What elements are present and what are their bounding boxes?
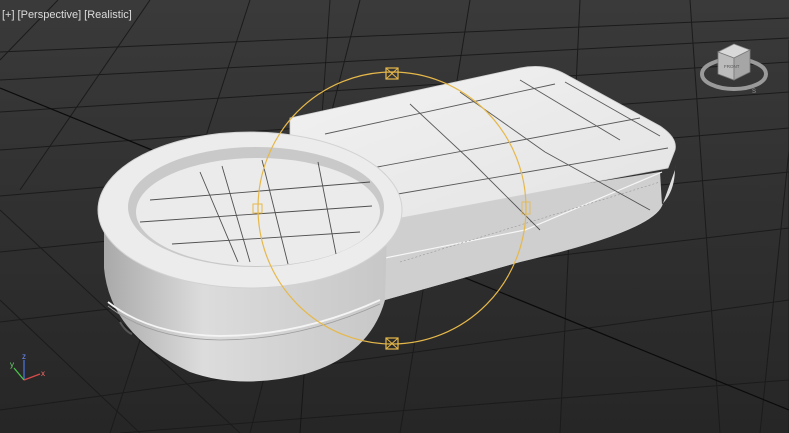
axis-z-label: z xyxy=(22,352,26,361)
axis-y-label: y xyxy=(10,360,14,369)
axis-y-line xyxy=(13,367,25,381)
axis-x-line xyxy=(23,373,41,381)
scene-canvas[interactable] xyxy=(0,0,789,433)
viewcube-icon[interactable]: FRONT S xyxy=(694,36,774,106)
viewport-point-of-view-menu[interactable]: [Perspective] xyxy=(18,9,82,21)
viewport-label-menu: [+] [Perspective] [Realistic] xyxy=(2,9,132,21)
axis-x-label: x xyxy=(41,369,45,378)
viewport-shading-menu[interactable]: [Realistic] xyxy=(84,9,132,21)
viewcube-face-label: FRONT xyxy=(724,64,740,69)
viewcube-compass-s: S xyxy=(752,89,756,95)
viewport-general-menu[interactable]: [+] xyxy=(2,9,15,21)
perspective-viewport[interactable]: [+] [Perspective] [Realistic] FRONT S z … xyxy=(0,0,789,433)
axis-tripod-icon: z x y xyxy=(10,352,45,381)
